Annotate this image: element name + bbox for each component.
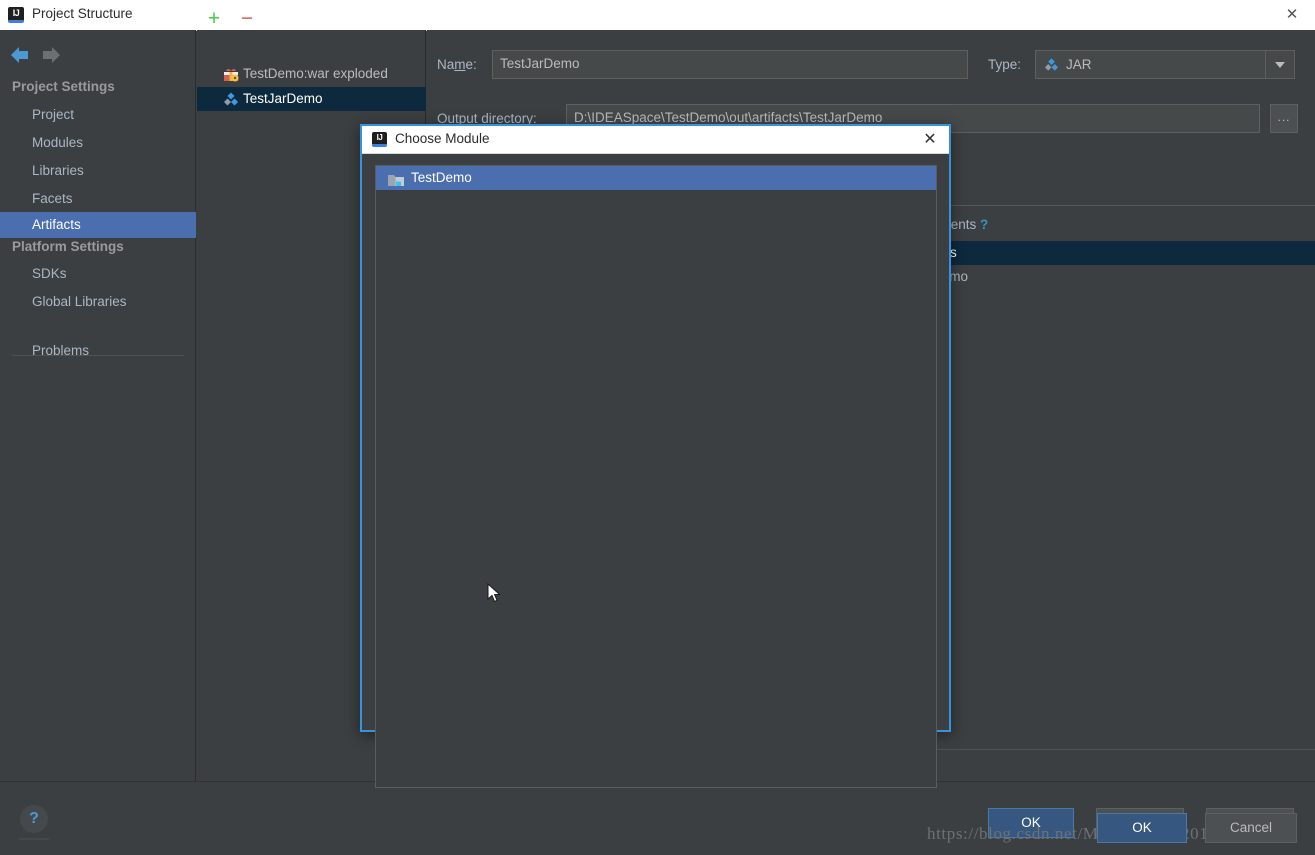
sidebar-item-artifacts[interactable]: Artifacts <box>0 212 196 238</box>
intellij-logo-icon: IJ <box>8 7 24 23</box>
project-structure-window: IJ Project Structure ✕ Project Settings … <box>0 0 1315 855</box>
war-artifact-icon <box>223 66 239 82</box>
help-button-underline <box>19 838 49 840</box>
help-question-icon[interactable]: ? <box>980 217 988 232</box>
sidebar-item-modules[interactable]: Modules <box>0 130 196 156</box>
settings-sidebar: Project Settings Project Modules Librari… <box>0 30 196 781</box>
window-title: Project Structure <box>32 6 133 21</box>
artifact-type-value: JAR <box>1066 55 1092 74</box>
browse-output-directory-button[interactable]: ... <box>1270 104 1298 133</box>
choose-module-dialog: IJ Choose Module ✕ TestDemo OK Cancel <box>360 124 951 732</box>
list-item[interactable]: TestDemo <box>376 166 936 190</box>
sidebar-item-facets[interactable]: Facets <box>0 186 196 212</box>
sidebar-item-project[interactable]: Project <box>0 102 196 128</box>
jar-type-icon <box>1044 57 1059 72</box>
back-arrow-icon[interactable] <box>8 43 34 67</box>
choose-module-ok-button[interactable]: OK <box>1097 813 1187 843</box>
jar-artifact-icon <box>223 91 239 107</box>
module-folder-icon <box>388 171 404 185</box>
type-field-label: Type: <box>988 57 1021 72</box>
sidebar-item-sdks[interactable]: SDKs <box>0 261 196 287</box>
module-list[interactable]: TestDemo <box>375 165 937 788</box>
artifact-item-war-exploded[interactable]: TestDemo:war exploded <box>197 62 426 86</box>
remove-artifact-button[interactable]: − <box>235 8 259 32</box>
help-button[interactable]: ? <box>20 805 48 833</box>
sidebar-nav-arrows <box>0 40 196 72</box>
artifact-item-testjardemo[interactable]: TestJarDemo <box>197 87 426 111</box>
choose-module-title: Choose Module <box>395 131 490 146</box>
sidebar-item-problems[interactable]: Problems <box>0 338 196 364</box>
artifact-item-label: TestDemo:war exploded <box>243 66 388 81</box>
ok-button[interactable]: OK <box>988 808 1074 838</box>
sidebar-item-global-libraries[interactable]: Global Libraries <box>0 289 196 315</box>
artifact-name-input[interactable]: TestJarDemo <box>492 50 968 79</box>
intellij-logo-icon: IJ <box>372 132 387 147</box>
sidebar-section-project-settings: Project Settings <box>12 79 115 94</box>
artifact-type-select[interactable]: JAR <box>1035 50 1295 79</box>
close-icon[interactable]: ✕ <box>919 129 941 151</box>
choose-module-title-bar: IJ Choose Module ✕ <box>362 126 949 154</box>
sidebar-item-libraries[interactable]: Libraries <box>0 158 196 184</box>
window-close-button[interactable]: ✕ <box>1269 0 1315 29</box>
list-item-label: TestDemo <box>411 170 472 185</box>
add-artifact-button[interactable]: + <box>202 8 226 32</box>
forward-arrow-icon[interactable] <box>40 43 66 67</box>
window-title-bar: IJ Project Structure ✕ <box>0 0 1315 31</box>
sidebar-section-platform-settings: Platform Settings <box>12 239 124 254</box>
chevron-down-icon[interactable] <box>1265 51 1294 78</box>
artifact-item-label: TestJarDemo <box>243 91 323 106</box>
choose-module-cancel-button[interactable]: Cancel <box>1205 813 1297 843</box>
name-field-label: Name: <box>437 57 477 72</box>
tree-row-artifacts[interactable]: acts <box>932 241 1315 265</box>
